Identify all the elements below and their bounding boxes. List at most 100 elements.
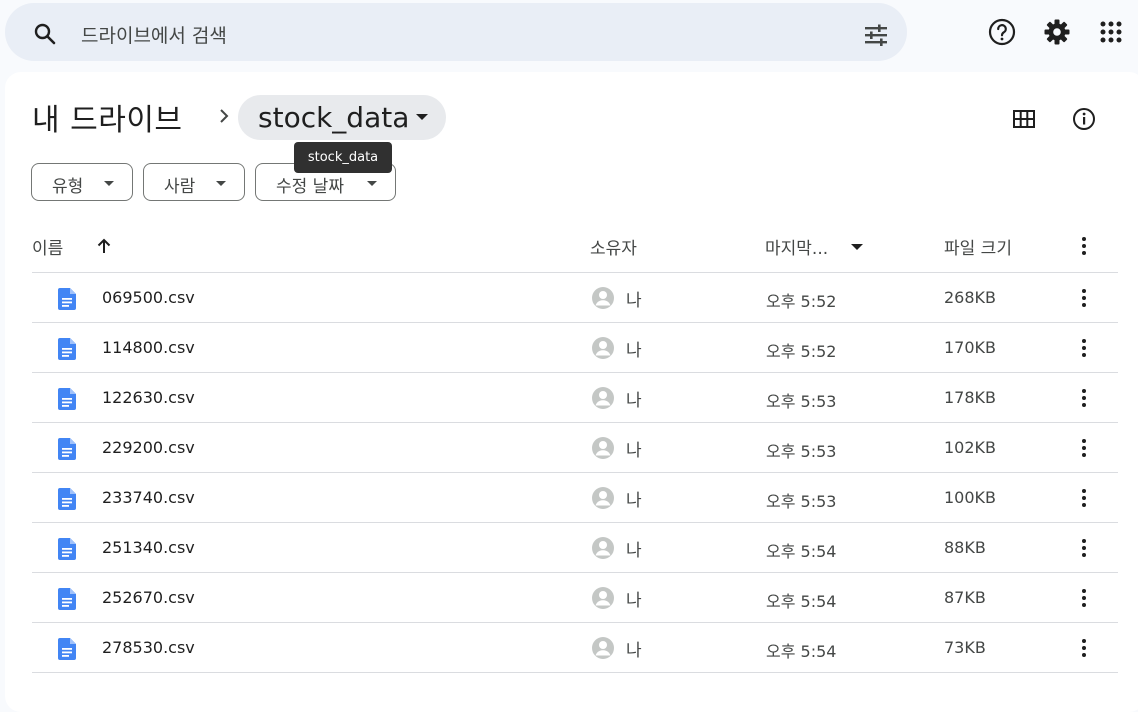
owner-name: 나 — [626, 541, 642, 561]
file-size: 100KB — [944, 488, 997, 507]
apps-grid-icon — [1100, 21, 1122, 43]
modified-time: 오후 5:53 — [766, 492, 837, 511]
doc-file-icon — [58, 488, 76, 510]
file-size: 88KB — [944, 538, 986, 557]
file-name[interactable]: 114800.csv — [102, 338, 195, 357]
filter-people-chip[interactable]: 사람 — [143, 163, 245, 201]
more-vert-icon[interactable] — [1072, 336, 1096, 360]
file-name[interactable]: 069500.csv — [102, 288, 195, 307]
column-header-name[interactable]: 이름 — [32, 234, 63, 259]
file-size: 178KB — [944, 388, 997, 407]
divider — [32, 672, 1118, 673]
caret-down-icon — [216, 181, 226, 186]
caret-down-icon — [416, 114, 428, 120]
file-name[interactable]: 252670.csv — [102, 588, 195, 607]
table-row[interactable]: 252670.csv 나 오후 5:54 87KB — [32, 573, 1118, 623]
help-button[interactable] — [987, 17, 1017, 47]
owner-name: 나 — [626, 441, 642, 461]
file-name[interactable]: 251340.csv — [102, 538, 195, 557]
column-header-size[interactable]: 파일 크기 — [944, 234, 1012, 259]
column-header-modified[interactable]: 마지막... — [765, 234, 828, 259]
modified-time: 오후 5:52 — [766, 342, 837, 361]
table-row[interactable]: 069500.csv 나 오후 5:52 268KB — [32, 273, 1118, 323]
file-name[interactable]: 233740.csv — [102, 488, 195, 507]
avatar-icon — [592, 587, 614, 609]
breadcrumb-root[interactable]: 내 드라이브 — [32, 95, 183, 139]
doc-file-icon — [58, 588, 76, 610]
owner-name: 나 — [626, 291, 642, 311]
table-row[interactable]: 251340.csv 나 오후 5:54 88KB — [32, 523, 1118, 573]
search-icon[interactable] — [33, 22, 57, 46]
avatar-icon — [592, 337, 614, 359]
avatar-icon — [592, 637, 614, 659]
modified-time: 오후 5:54 — [766, 592, 837, 611]
tune-icon[interactable] — [863, 23, 889, 47]
avatar-icon — [592, 387, 614, 409]
gear-icon — [1044, 19, 1070, 45]
more-vert-icon[interactable] — [1072, 636, 1096, 660]
file-name[interactable]: 229200.csv — [102, 438, 195, 457]
more-vert-icon[interactable] — [1072, 536, 1096, 560]
more-vert-icon[interactable] — [1072, 586, 1096, 610]
settings-button[interactable] — [1042, 17, 1072, 47]
doc-file-icon — [58, 288, 76, 310]
modified-time: 오후 5:54 — [766, 642, 837, 661]
caret-down-icon — [367, 181, 377, 186]
modified-time: 오후 5:54 — [766, 542, 837, 561]
modified-time: 오후 5:52 — [766, 292, 837, 311]
grid-view-icon — [1013, 110, 1035, 128]
file-name[interactable]: 122630.csv — [102, 388, 195, 407]
arrow-up-icon[interactable] — [94, 236, 114, 256]
column-header-owner[interactable]: 소유자 — [590, 234, 637, 259]
folder-name-tooltip: stock_data — [294, 142, 392, 173]
file-size: 268KB — [944, 288, 997, 307]
file-size: 87KB — [944, 588, 986, 607]
filter-modified-label: 수정 날짜 — [276, 177, 344, 197]
owner-name: 나 — [626, 391, 642, 411]
apps-button[interactable] — [1096, 17, 1126, 47]
table-row[interactable]: 229200.csv 나 오후 5:53 102KB — [32, 423, 1118, 473]
table-row[interactable]: 278530.csv 나 오후 5:54 73KB — [32, 623, 1118, 673]
avatar-icon — [592, 487, 614, 509]
more-vert-icon[interactable] — [1072, 286, 1096, 310]
filter-people-label: 사람 — [164, 177, 196, 197]
breadcrumb-current-folder[interactable]: stock_data — [238, 95, 446, 140]
info-icon — [1073, 108, 1095, 130]
filter-type-chip[interactable]: 유형 — [31, 163, 133, 201]
more-vert-icon[interactable] — [1072, 436, 1096, 460]
filter-type-label: 유형 — [52, 177, 84, 197]
help-icon — [988, 18, 1016, 46]
avatar-icon — [592, 437, 614, 459]
more-vert-icon[interactable] — [1072, 234, 1096, 258]
doc-file-icon — [58, 438, 76, 460]
file-name[interactable]: 278530.csv — [102, 638, 195, 657]
table-row[interactable]: 233740.csv 나 오후 5:53 100KB — [32, 473, 1118, 523]
doc-file-icon — [58, 638, 76, 660]
more-vert-icon[interactable] — [1072, 486, 1096, 510]
avatar-icon — [592, 537, 614, 559]
more-vert-icon[interactable] — [1072, 386, 1096, 410]
owner-name: 나 — [626, 641, 642, 661]
owner-name: 나 — [626, 491, 642, 511]
file-size: 73KB — [944, 638, 986, 657]
sort-caret-down-icon[interactable] — [851, 244, 863, 250]
search-input[interactable]: 드라이브에서 검색 — [81, 21, 227, 48]
search-bar[interactable]: 드라이브에서 검색 — [5, 3, 907, 61]
file-size: 102KB — [944, 438, 997, 457]
owner-name: 나 — [626, 341, 642, 361]
details-button[interactable] — [1068, 103, 1100, 135]
table-row[interactable]: 122630.csv 나 오후 5:53 178KB — [32, 373, 1118, 423]
folder-name: stock_data — [258, 101, 410, 134]
doc-file-icon — [58, 538, 76, 560]
table-row[interactable]: 114800.csv 나 오후 5:52 170KB — [32, 323, 1118, 373]
chevron-right-icon — [220, 109, 229, 123]
avatar-icon — [592, 287, 614, 309]
modified-time: 오후 5:53 — [766, 392, 837, 411]
owner-name: 나 — [626, 591, 642, 611]
modified-time: 오후 5:53 — [766, 442, 837, 461]
grid-view-button[interactable] — [1008, 103, 1040, 135]
file-size: 170KB — [944, 338, 997, 357]
caret-down-icon — [104, 181, 114, 186]
doc-file-icon — [58, 388, 76, 410]
doc-file-icon — [58, 338, 76, 360]
